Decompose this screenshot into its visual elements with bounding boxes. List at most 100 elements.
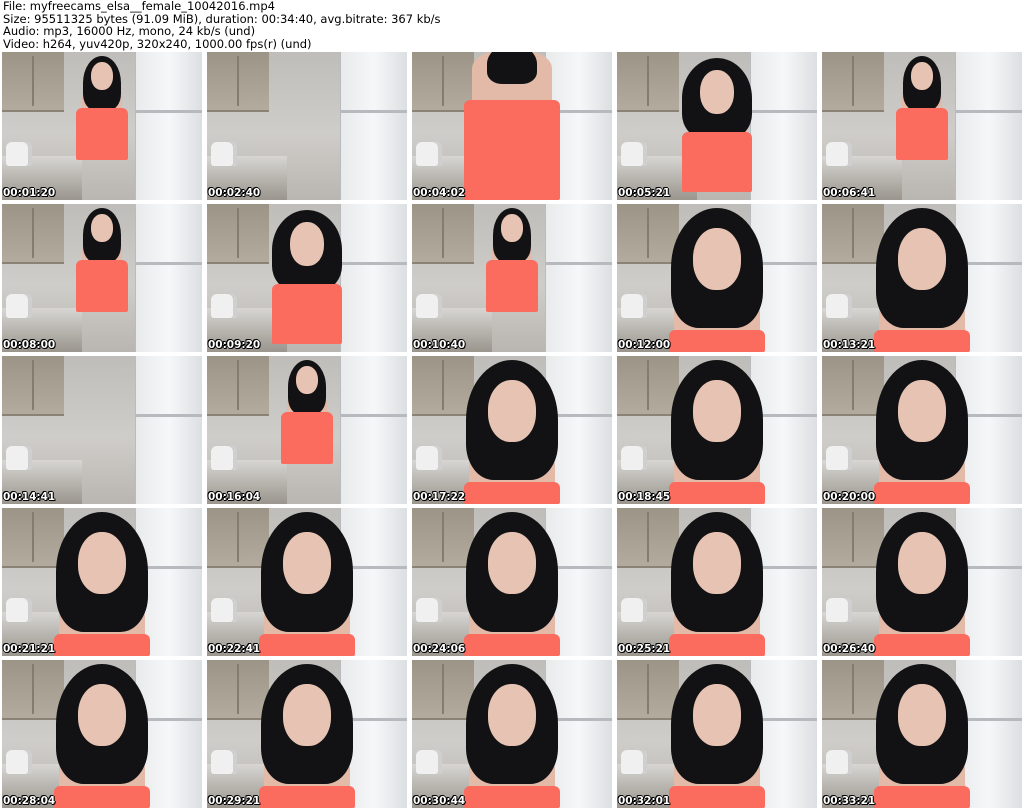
video-thumbnail: 00:09:20 xyxy=(207,204,407,352)
person-figure xyxy=(657,508,777,656)
video-thumbnail: 00:13:21 xyxy=(822,204,1022,352)
person-figure xyxy=(452,356,572,504)
coral-top xyxy=(669,482,765,504)
thumbnail-timestamp: 00:32:01 xyxy=(618,795,671,807)
person-figure xyxy=(862,204,982,352)
coral-top xyxy=(464,100,560,200)
person-figure xyxy=(267,356,347,504)
video-thumbnail: 00:02:40 xyxy=(207,52,407,200)
kitchen-cabinet xyxy=(2,52,64,112)
person-figure xyxy=(657,660,777,808)
kettle xyxy=(416,446,442,470)
person-figure xyxy=(247,508,367,656)
thumbnail-timestamp: 00:08:00 xyxy=(3,339,56,351)
face xyxy=(78,532,126,594)
coral-top xyxy=(54,634,150,656)
video-thumbnail: 00:06:41 xyxy=(822,52,1022,200)
kettle xyxy=(416,294,442,318)
file-info-header: File: myfreecams_elsa__female_10042016.m… xyxy=(3,0,1021,52)
thumbnail-timestamp: 00:13:21 xyxy=(823,339,876,351)
coral-top xyxy=(874,482,970,504)
audio-info-line: Audio: mp3, 16000 Hz, mono, 24 kb/s (und… xyxy=(3,24,256,38)
kettle xyxy=(211,294,237,318)
kettle xyxy=(621,598,647,622)
person-figure xyxy=(657,204,777,352)
kettle xyxy=(621,294,647,318)
video-thumbnail: 00:16:04 xyxy=(207,356,407,504)
face xyxy=(283,532,331,594)
kettle xyxy=(416,750,442,774)
kettle xyxy=(416,598,442,622)
thumbnail-timestamp: 00:21:21 xyxy=(3,643,56,655)
person-figure xyxy=(247,660,367,808)
kettle xyxy=(6,142,32,166)
thumbnail-timestamp: 00:05:21 xyxy=(618,187,671,199)
thumbnail-timestamp: 00:14:41 xyxy=(3,491,56,503)
kettle xyxy=(6,446,32,470)
person-figure xyxy=(882,52,962,200)
kettle xyxy=(826,142,852,166)
kitchen-cabinet xyxy=(207,356,269,416)
video-thumbnail: 00:33:21 xyxy=(822,660,1022,808)
kettle xyxy=(211,446,237,470)
thumbnail-timestamp: 00:33:21 xyxy=(823,795,876,807)
video-thumbnail: 00:29:21 xyxy=(207,660,407,808)
kettle xyxy=(211,142,237,166)
kettle xyxy=(6,750,32,774)
face xyxy=(296,366,318,394)
coral-top xyxy=(464,786,560,808)
kitchen-cabinet xyxy=(822,52,884,112)
kettle xyxy=(621,446,647,470)
face xyxy=(898,532,946,594)
refrigerator xyxy=(955,52,1022,200)
video-thumbnail: 00:25:21 xyxy=(617,508,817,656)
face xyxy=(693,380,741,442)
kettle xyxy=(826,446,852,470)
kettle xyxy=(211,750,237,774)
face xyxy=(501,214,523,242)
face xyxy=(488,532,536,594)
thumbnail-timestamp: 00:16:04 xyxy=(208,491,261,503)
thumbnail-timestamp: 00:20:00 xyxy=(823,491,876,503)
coral-top xyxy=(76,108,128,160)
kitchen-cabinet xyxy=(412,204,474,264)
person-figure xyxy=(472,204,552,352)
video-thumbnail: 00:14:41 xyxy=(2,356,202,504)
video-thumbnail: 00:05:21 xyxy=(617,52,817,200)
coral-top xyxy=(874,786,970,808)
face xyxy=(700,70,734,114)
coral-top xyxy=(874,330,970,352)
face xyxy=(91,214,113,242)
thumbnail-timestamp: 00:09:20 xyxy=(208,339,261,351)
person-figure xyxy=(252,204,362,352)
video-thumbnail: 00:01:20 xyxy=(2,52,202,200)
video-thumbnail: 00:17:22 xyxy=(412,356,612,504)
coral-top xyxy=(281,412,333,464)
thumbnail-timestamp: 00:18:45 xyxy=(618,491,671,503)
thumbnail-timestamp: 00:29:21 xyxy=(208,795,261,807)
thumbnail-timestamp: 00:17:22 xyxy=(413,491,466,503)
kettle xyxy=(6,598,32,622)
face xyxy=(911,62,933,90)
coral-top xyxy=(464,482,560,504)
person-figure xyxy=(42,508,162,656)
kitchen-cabinet xyxy=(2,204,64,264)
kettle xyxy=(6,294,32,318)
refrigerator xyxy=(135,52,202,200)
video-info-line: Video: h264, yuv420p, 320x240, 1000.00 f… xyxy=(3,36,312,51)
kettle xyxy=(416,142,442,166)
kettle xyxy=(826,294,852,318)
coral-top xyxy=(464,634,560,656)
coral-top xyxy=(669,330,765,352)
video-thumbnail: 00:18:45 xyxy=(617,356,817,504)
hair xyxy=(487,52,537,84)
person-figure xyxy=(862,356,982,504)
thumbnail-timestamp: 00:24:06 xyxy=(413,643,466,655)
thumbnail-timestamp: 00:02:40 xyxy=(208,187,261,199)
face xyxy=(290,222,324,266)
face xyxy=(488,380,536,442)
kettle xyxy=(826,598,852,622)
coral-top xyxy=(874,634,970,656)
coral-top xyxy=(272,284,342,344)
kettle xyxy=(826,750,852,774)
